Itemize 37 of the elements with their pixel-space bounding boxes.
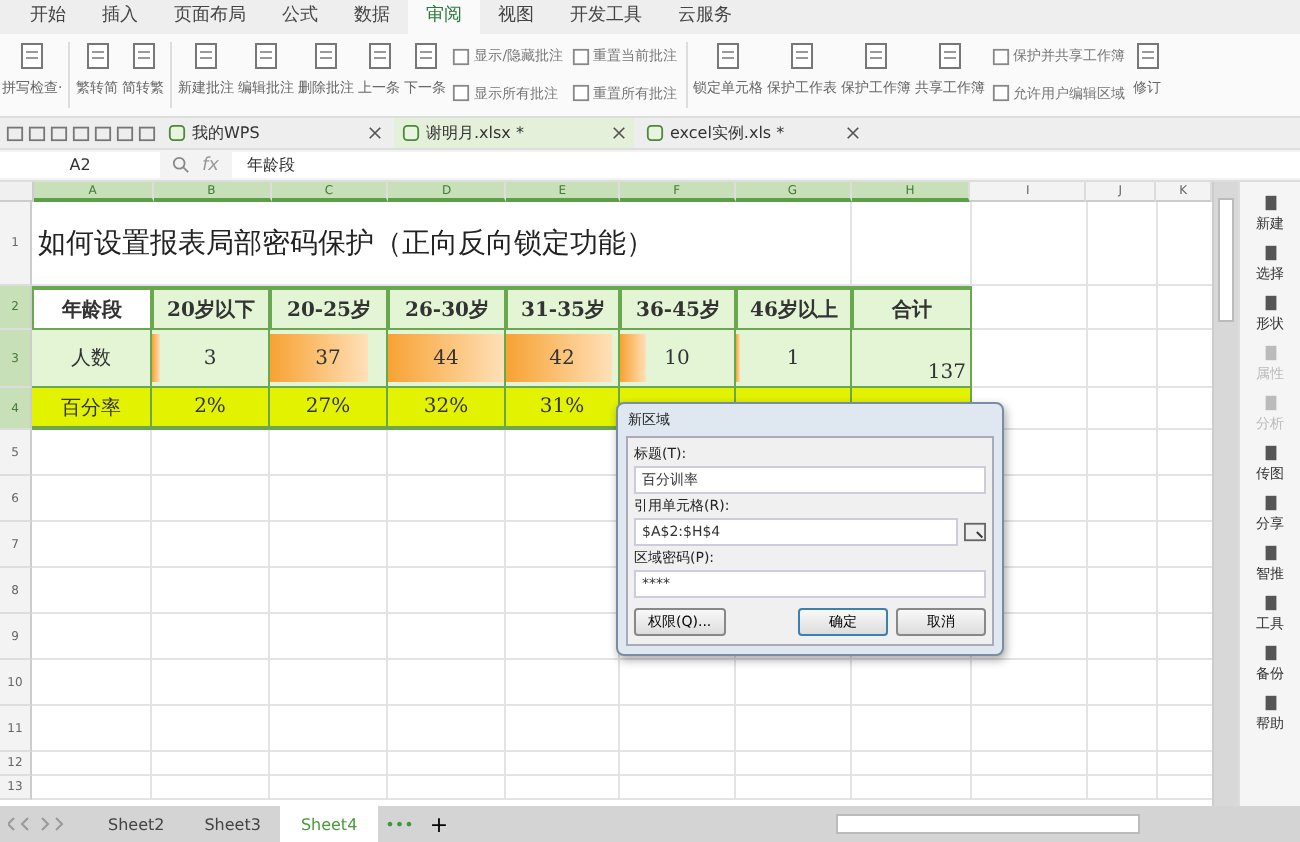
cell-text: 36-45岁 bbox=[636, 297, 720, 323]
menu-tab[interactable]: 数据 bbox=[336, 0, 408, 34]
menu-tab[interactable]: 开发工具 bbox=[552, 0, 660, 34]
cell-text: 1 bbox=[786, 347, 800, 369]
cell-text: 46岁以上 bbox=[750, 297, 838, 323]
cell-text: 42 bbox=[549, 347, 575, 369]
menu-tab[interactable]: 开始 bbox=[12, 0, 84, 34]
menu-tab[interactable]: 插入 bbox=[84, 0, 156, 34]
cell-text: 32% bbox=[423, 396, 469, 418]
cell-text: 人数 bbox=[71, 346, 111, 372]
cell-text: 3 bbox=[203, 347, 217, 369]
cell-text: 31-35岁 bbox=[521, 297, 605, 323]
cell-text: 20岁以下 bbox=[167, 297, 255, 323]
document-tab[interactable]: excel实例.xls * bbox=[638, 118, 868, 148]
cell-text: 20-25岁 bbox=[287, 297, 371, 323]
document-tab[interactable]: 谢明月.xlsx * bbox=[394, 118, 634, 148]
cell-text: 27% bbox=[305, 396, 351, 418]
cell-text: 2% bbox=[194, 396, 226, 418]
cell-text: 37 bbox=[315, 347, 341, 369]
cell-text: 26-30岁 bbox=[405, 297, 489, 323]
document-tab[interactable]: 我的WPS bbox=[160, 118, 390, 148]
cell-text: 137 bbox=[927, 362, 966, 384]
cell-text: 10 bbox=[664, 347, 690, 369]
menu-tab[interactable]: 公式 bbox=[264, 0, 336, 34]
name-box[interactable]: A2 bbox=[0, 152, 160, 178]
menu-tab[interactable]: 审阅 bbox=[408, 0, 480, 34]
cell-text: 44 bbox=[433, 347, 459, 369]
sheet-tab[interactable]: Sheet4 bbox=[280, 806, 378, 842]
cell-text: 百分率 bbox=[61, 395, 121, 421]
add-sheet-button[interactable]: + bbox=[421, 806, 457, 842]
cell-text: 合计 bbox=[892, 297, 932, 323]
cell-text: 年龄段 bbox=[62, 297, 122, 323]
menu-tab[interactable]: 页面布局 bbox=[156, 0, 264, 34]
cell-text: 31% bbox=[539, 396, 585, 418]
menu-tab[interactable]: 云服务 bbox=[660, 0, 750, 34]
menu-tab[interactable]: 视图 bbox=[480, 0, 552, 34]
formula-field[interactable]: 年龄段 bbox=[231, 152, 1300, 178]
